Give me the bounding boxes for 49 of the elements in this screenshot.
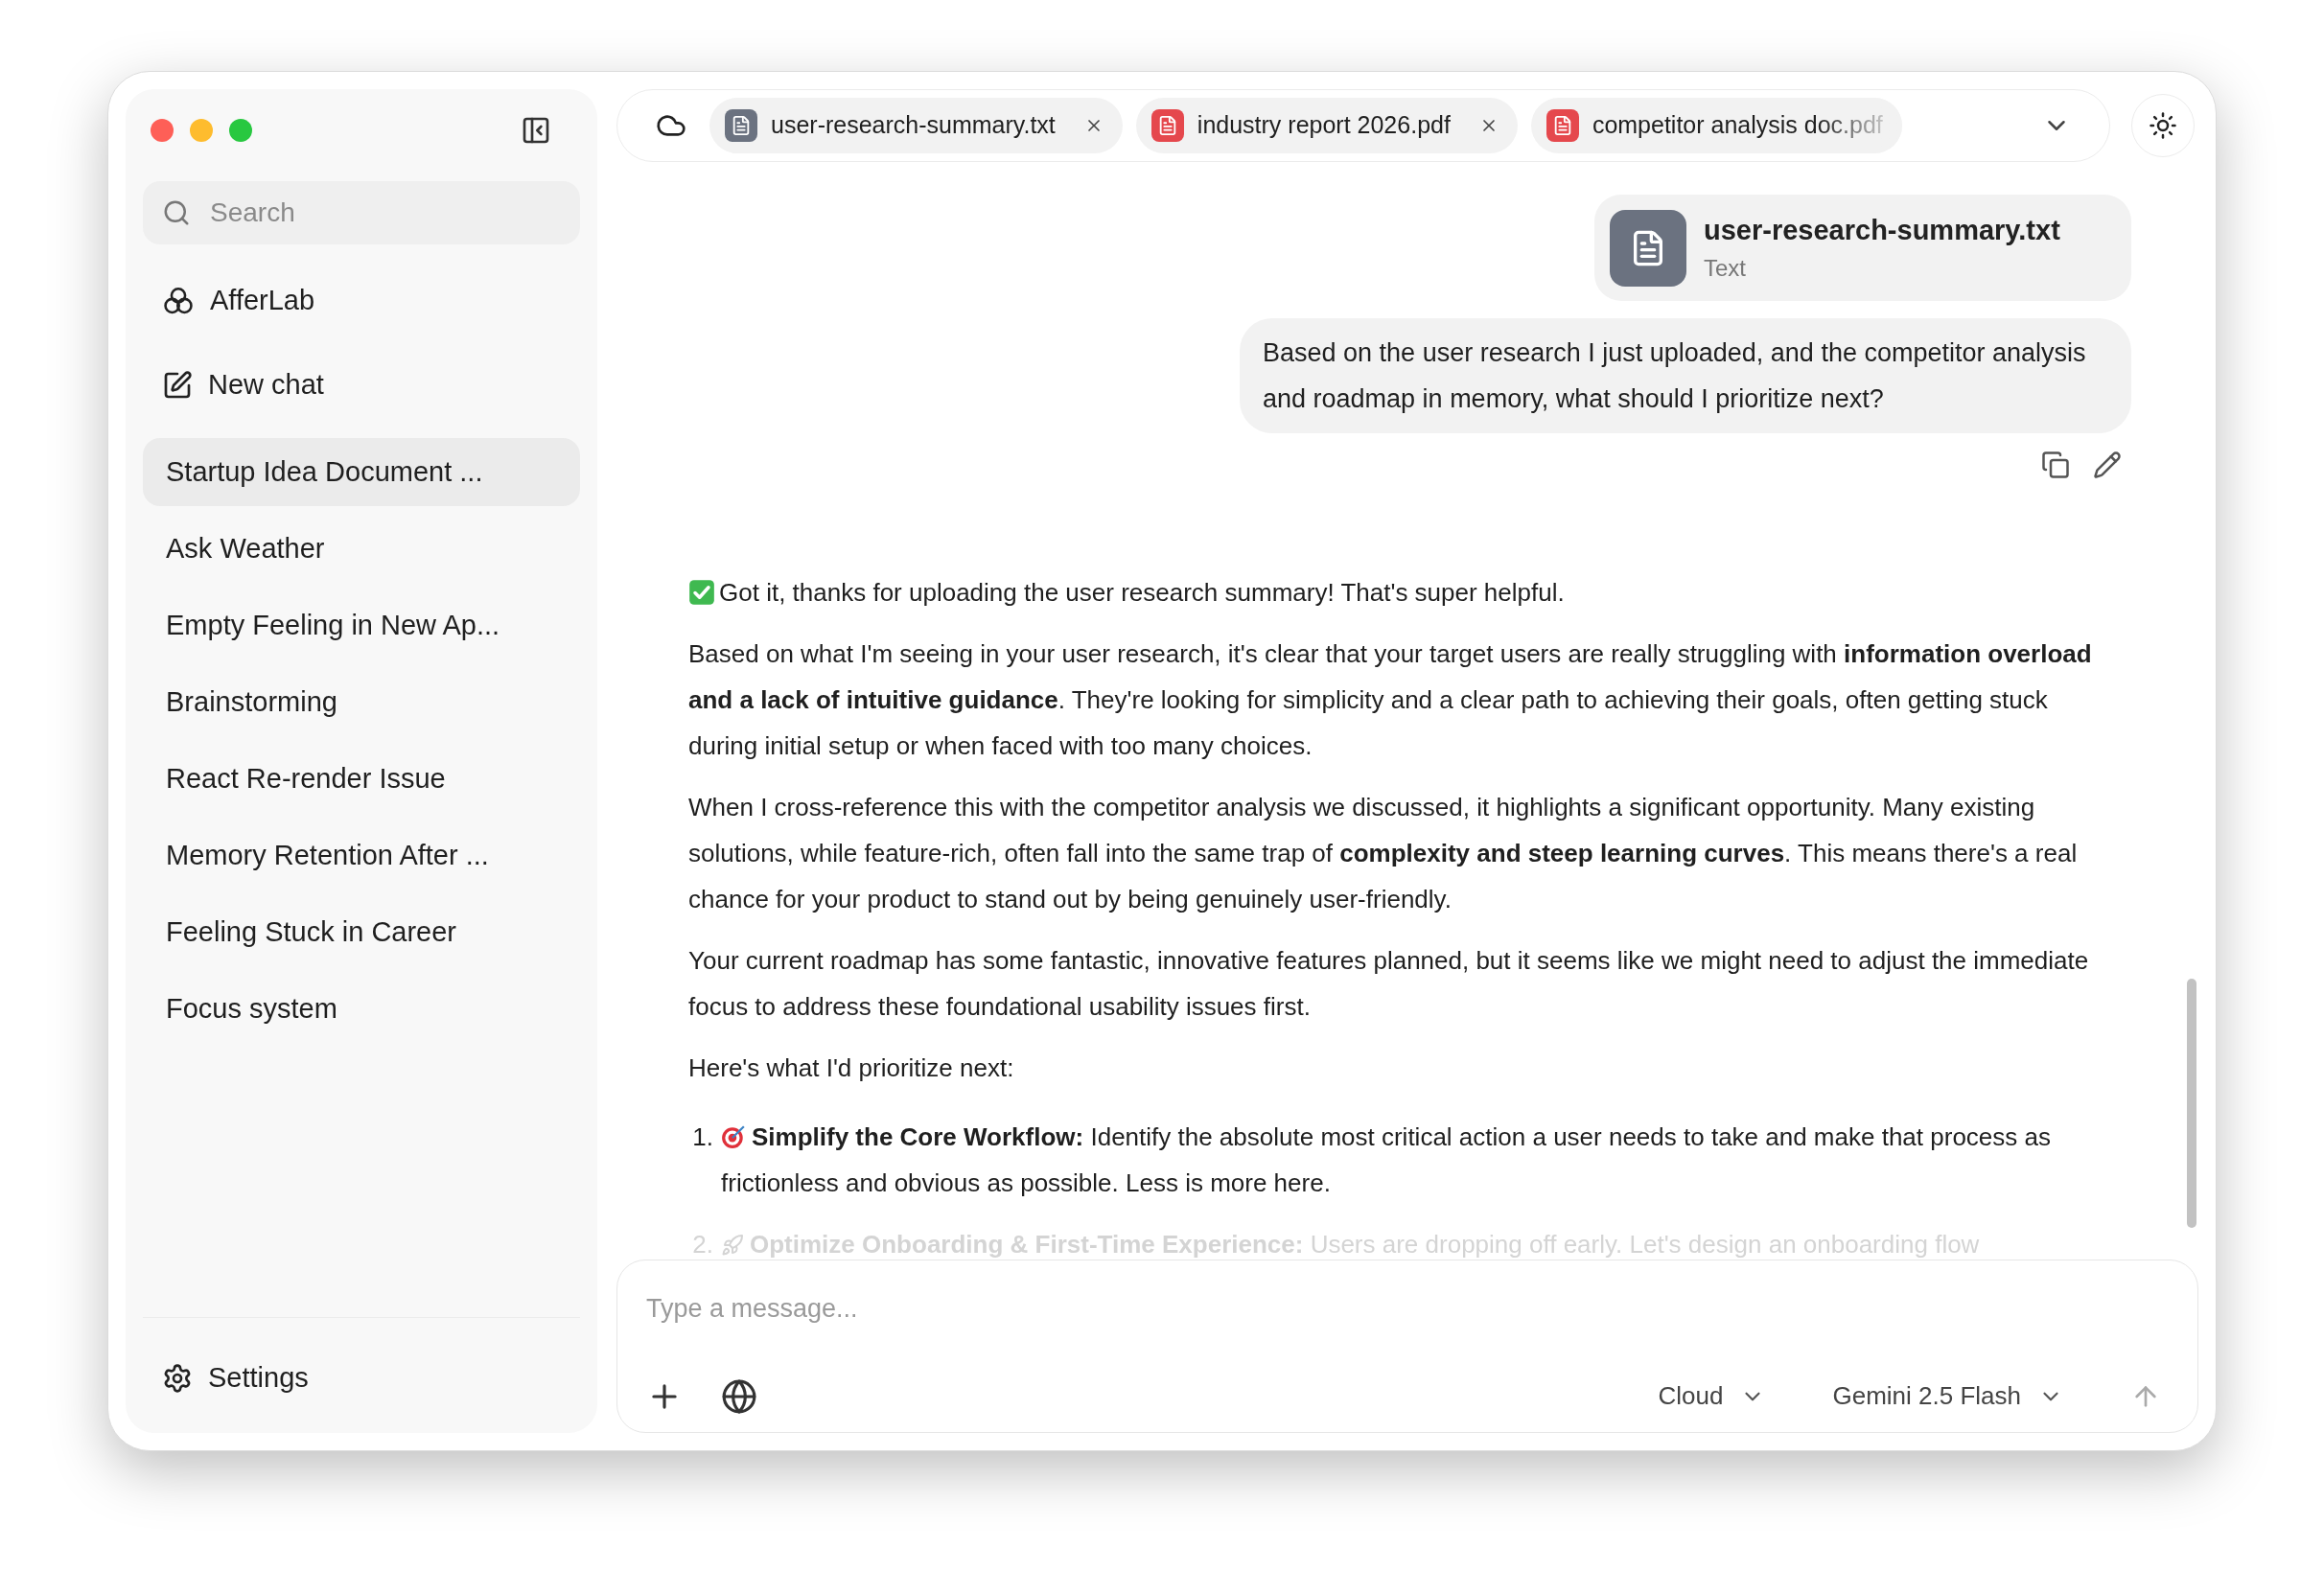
chat-history-item[interactable]: Ask Weather	[143, 515, 580, 583]
tab-label: user-research-summary.txt	[771, 110, 1056, 141]
reply-paragraph: When I cross-reference this with the competitor analysis we discussed, it highlights a significant opportunity. Many existing solutions, while feature-rich, often fall into the same trap of complexity and steep learning curves. This means there's a real chance for your product to stand out by being genuinely user-friendly.	[688, 792, 2079, 915]
model-selector[interactable]: Cloud	[1658, 1377, 1766, 1415]
chat-history-item[interactable]: Brainstorming	[143, 668, 580, 736]
settings-icon	[162, 1363, 193, 1394]
document-icon	[1150, 109, 1184, 142]
document-icon	[1610, 209, 1686, 287]
scrollbar-thumb[interactable]	[2187, 979, 2196, 1228]
settings-button[interactable]: Settings	[143, 1345, 580, 1412]
workspace-link[interactable]: AfferLab	[143, 267, 580, 335]
message-input[interactable]: Type a message...	[646, 1289, 2169, 1329]
tab-label: competitor analysis doc.pdf	[1592, 110, 1883, 141]
reply-paragraph: Based on what I'm seeing in your user research, it's clear that your target users are really struggling with information overload and a lack of intuitive guidance. They're looking for simplicity and a clear path to achieving their goals, often getting stuck during initial setup or when faced with too many choices.	[688, 638, 2093, 762]
chat-history-item[interactable]: Memory Retention After ...	[143, 821, 580, 890]
attachment-card[interactable]: user-research-summary.txt Text	[1594, 195, 2131, 301]
document-icon	[725, 109, 757, 142]
rocket-icon	[721, 1234, 744, 1257]
check-icon	[688, 579, 715, 606]
globe-icon[interactable]	[721, 1377, 757, 1415]
copy-icon[interactable]	[2041, 451, 2070, 479]
reply-paragraph: Got it, thanks for uploading the user research summary! That's super helpful.	[688, 569, 2122, 615]
chat-history-item[interactable]: Empty Feeling in New Ap...	[143, 591, 580, 659]
reply-paragraph: Here's what I'd prioritize next:	[688, 1052, 1015, 1084]
new-chat-button[interactable]: New chat	[143, 352, 580, 419]
edit-icon[interactable]	[2093, 451, 2122, 479]
search-icon	[162, 198, 191, 227]
sidebar-toggle-icon[interactable]	[521, 115, 551, 146]
tab-label: industry report 2026.pdf	[1197, 110, 1451, 141]
file-tab[interactable]: competitor analysis doc.pdf	[1530, 98, 1902, 153]
list-number: 1.	[691, 1121, 713, 1153]
chat-history-item[interactable]: React Re-render Issue	[143, 745, 580, 813]
chat-history-item[interactable]: Feeling Stuck in Career	[143, 898, 580, 966]
file-tab[interactable]: user-research-summary.txt	[709, 98, 1123, 153]
document-icon	[1545, 109, 1579, 142]
reply-paragraph: Your current roadmap has some fantastic, innovative features planned, but it seems like we might need to adjust the immediate focus to address these foundational usability issues first.	[688, 945, 2090, 1023]
chat-history-item[interactable]: Focus system	[143, 975, 580, 1043]
chat-history-item[interactable]: Startup Idea Document ...	[143, 438, 580, 506]
search-field[interactable]: Search	[143, 181, 580, 244]
file-tab[interactable]: industry report 2026.pdf	[1135, 98, 1518, 153]
attachment-type: Text	[1704, 254, 1747, 284]
sun-icon	[2149, 111, 2177, 140]
user-message: Based on the user research I just uploaded, and the competitor analysis and roadmap in memory, what should I prioritize next?	[1240, 318, 2131, 433]
attachment-name: user-research-summary.txt	[1704, 213, 2060, 247]
model-selector[interactable]: Gemini 2.5 Flash	[1832, 1377, 2063, 1415]
close-button[interactable]	[151, 119, 174, 142]
list-item-text: Simplify the Core Workflow: Identify the absolute most critical action a user needs to take and make that process as frictionless and obvious as possible. Less is more here.	[721, 1121, 2052, 1199]
target-icon	[721, 1124, 746, 1149]
new-chat-icon	[162, 370, 193, 401]
